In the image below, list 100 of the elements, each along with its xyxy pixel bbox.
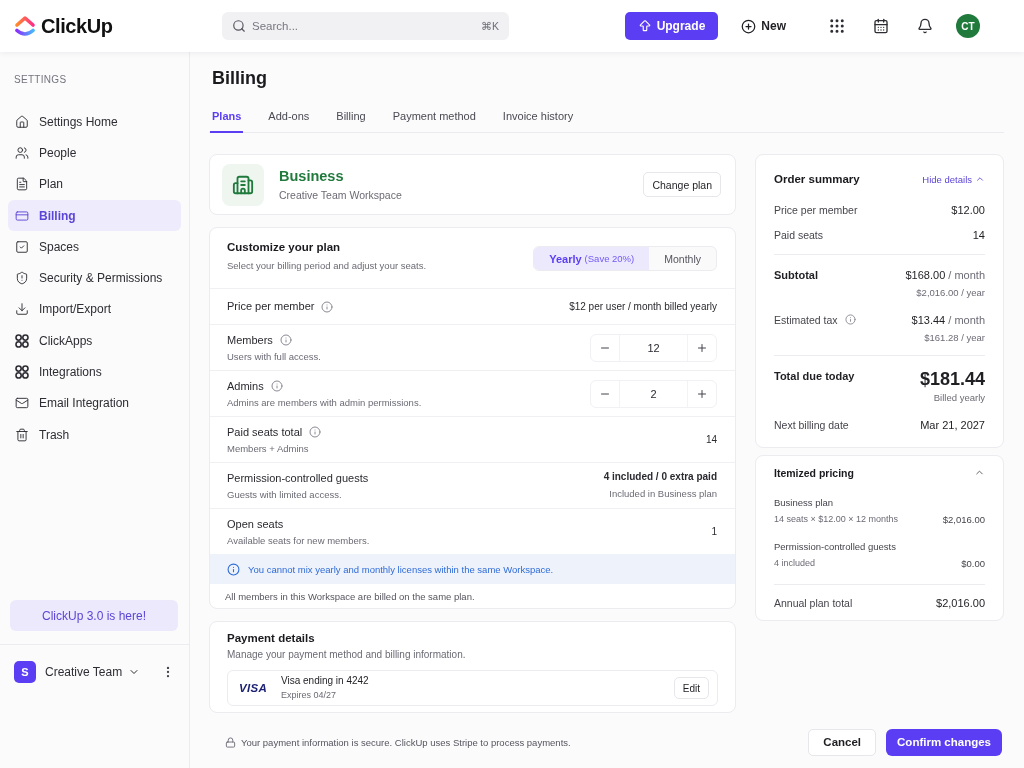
- summary-value: $13.44 / month: [911, 312, 985, 328]
- item-detail: 4 included: [774, 556, 816, 570]
- tab[interactable]: Add-ons: [266, 104, 312, 133]
- check-square-icon: [15, 239, 29, 254]
- sidebar-item[interactable]: Trash: [8, 418, 181, 451]
- calendar-icon: [873, 18, 889, 34]
- change-plan-button[interactable]: Change plan: [643, 172, 721, 197]
- shield-icon: [15, 271, 29, 286]
- up-arrow-icon: [637, 19, 652, 33]
- workspace-avatar: S: [14, 661, 36, 683]
- chevron-up-icon: [975, 174, 985, 184]
- row-label: Paid seats total: [227, 424, 303, 440]
- summary-value: $12.00: [951, 203, 985, 218]
- security-note: Your payment information is secure. ClickUp uses Stripe to process payments.: [241, 736, 571, 748]
- summary-value: 14: [972, 228, 985, 243]
- quantity-stepper[interactable]: 2: [590, 379, 717, 408]
- sidebar-item[interactable]: Integrations: [8, 356, 181, 388]
- plus-icon: [696, 387, 708, 400]
- edit-button[interactable]: Edit: [673, 677, 709, 699]
- sidebar-heading: SETTINGS: [13, 74, 68, 86]
- row-description: Available seats for new members.: [227, 533, 370, 547]
- lock-icon: [225, 736, 236, 748]
- people-icon: [15, 145, 29, 160]
- card-subtitle: Manage your payment method and billing information.: [227, 648, 467, 662]
- card-expiry: Expires 04/27: [281, 688, 338, 702]
- row-value: 1: [711, 524, 717, 539]
- apps-icon: [15, 365, 29, 379]
- sidebar-item[interactable]: ClickApps: [8, 325, 181, 357]
- summary-value: $168.00 / month: [905, 268, 985, 283]
- info-notice: You cannot mix yearly and monthly licenses within the same Workspace.: [248, 563, 554, 575]
- sidebar-item[interactable]: Import/Export: [8, 293, 181, 326]
- card-subtitle: Select your billing period and adjust your seats.: [227, 259, 427, 273]
- summary-value: $181.44: [919, 368, 985, 390]
- quantity-stepper[interactable]: 12: [590, 333, 717, 362]
- workspace-switcher[interactable]: Creative Team: [45, 665, 141, 679]
- shortcut-hint: ⌘K: [481, 20, 499, 32]
- announcement-button[interactable]: ClickUp 3.0 is here!: [10, 600, 178, 631]
- plus-icon: [696, 341, 708, 354]
- tab[interactable]: Plans: [210, 104, 244, 133]
- tab[interactable]: Payment method: [390, 104, 478, 133]
- card-title: Order summary: [774, 172, 860, 187]
- row-value: $12 per user / month billed yearly: [569, 299, 717, 314]
- plus-circle-icon: [741, 18, 757, 34]
- confirm-button[interactable]: Confirm changes: [886, 728, 1002, 756]
- sidebar-item[interactable]: Email Integration: [8, 387, 181, 419]
- mail-icon: [15, 396, 29, 411]
- sidebar-item[interactable]: Settings Home: [8, 106, 181, 138]
- user-avatar[interactable]: CT: [956, 14, 980, 38]
- row-label: Members: [227, 332, 273, 348]
- card-brand: VISA: [239, 682, 269, 694]
- cancel-button[interactable]: Cancel: [808, 728, 877, 756]
- apps-icon: [15, 333, 29, 348]
- info-icon: [227, 562, 240, 576]
- summary-note: Billed yearly: [933, 391, 985, 405]
- summary-label: Paid seats: [774, 228, 824, 243]
- summary-label: Subtotal: [774, 268, 818, 283]
- item-label: Permission-controlled guests: [774, 539, 897, 553]
- summary-label: Next billing date: [774, 417, 849, 433]
- item-detail: 14 seats × $12.00 × 12 months: [774, 512, 899, 526]
- total-value: $2,016.00: [936, 595, 985, 611]
- new-button[interactable]: New: [741, 12, 786, 40]
- logo-text: ClickUp: [41, 14, 113, 38]
- summary-label: Price per member: [774, 203, 858, 218]
- summary-note: $161.28 / year: [924, 330, 985, 344]
- sidebar-item[interactable]: Spaces: [8, 231, 181, 263]
- summary-note: $2,016.00 / year: [916, 286, 985, 300]
- quantity-field[interactable]: 12: [619, 334, 688, 361]
- summary-value: Mar 21, 2027: [920, 417, 985, 433]
- item-amount: $0.00: [961, 556, 985, 570]
- card-title: Payment details: [227, 631, 316, 646]
- billing-period-option[interactable]: Monthly: [649, 247, 716, 270]
- logo-icon: [14, 14, 36, 38]
- total-label: Annual plan total: [774, 595, 853, 611]
- quantity-field[interactable]: 2: [619, 380, 688, 407]
- plan-name: Business: [279, 166, 345, 185]
- summary-label: Estimated tax: [774, 312, 838, 328]
- trash-icon: [15, 427, 29, 442]
- row-value: 14: [705, 432, 717, 447]
- row-description: Admins are members with admin permissions.: [227, 395, 422, 409]
- sidebar-item[interactable]: Security & Permissions: [8, 262, 181, 294]
- upgrade-button[interactable]: Upgrade: [624, 12, 719, 40]
- tab[interactable]: Invoice history: [500, 104, 576, 133]
- card-label: Visa ending in 4242: [281, 674, 369, 687]
- card-title: Customize your plan: [227, 240, 342, 255]
- building-icon: [222, 163, 264, 206]
- row-value: 4 included / 0 extra paid: [603, 470, 717, 485]
- page-title: Billing: [211, 67, 268, 90]
- row-description: Members + Admins: [227, 441, 310, 455]
- row-label: Admins: [227, 378, 264, 394]
- card-title: Itemized pricing: [774, 465, 854, 481]
- row-value-note: Included in Business plan: [609, 487, 717, 501]
- sidebar-item[interactable]: Billing: [8, 199, 181, 232]
- sidebar-item[interactable]: People: [8, 137, 181, 169]
- billing-period-option[interactable]: Yearly (Save 20%): [534, 247, 650, 270]
- sidebar-item[interactable]: Plan: [8, 168, 181, 200]
- tab[interactable]: Billing: [334, 104, 368, 133]
- hide-details-link[interactable]: Hide details: [922, 173, 985, 185]
- document-icon: [15, 177, 29, 192]
- row-label: Open seats: [227, 516, 284, 532]
- credit-card-icon: [15, 208, 29, 223]
